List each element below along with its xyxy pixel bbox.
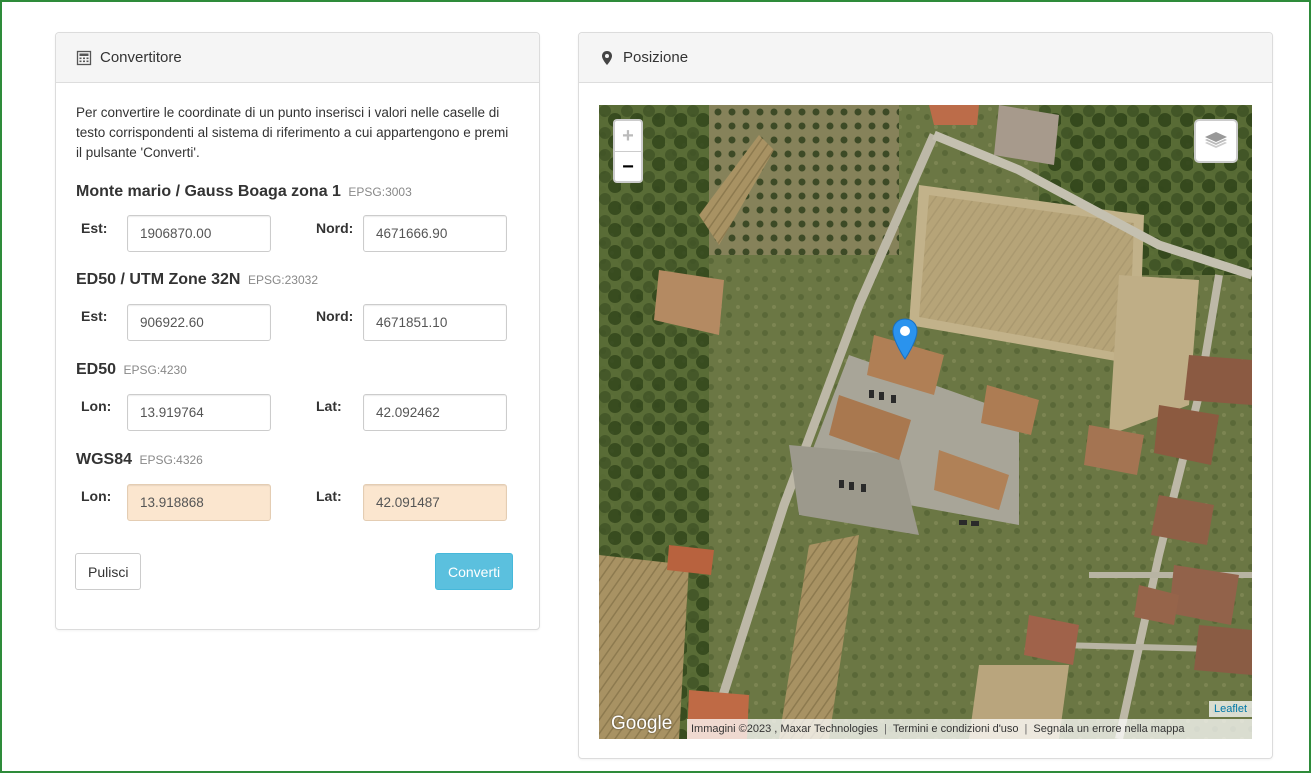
utm-nord-input[interactable] [363,304,507,341]
zoom-control: + − [613,119,643,183]
report-error-link[interactable]: Segnala un errore nella mappa [1033,723,1184,735]
satellite-imagery [599,105,1252,739]
system-epsg: EPSG:4230 [123,363,187,377]
gb-est-input[interactable] [127,215,271,252]
layers-icon [1203,126,1229,157]
map-attribution: Immagini ©2023 , Maxar Technologies | Te… [687,719,1252,739]
terms-link[interactable]: Termini e condizioni d'uso [893,723,1019,735]
converter-description: Per convertire le coordinate di un punto… [76,105,509,160]
converter-panel: Convertitore Per convertire le coordinat… [55,32,540,630]
nord-label: Nord: [316,220,354,236]
nord-label: Nord: [316,308,354,324]
system-name: WGS84 [76,451,133,468]
convert-button[interactable]: Converti [435,553,514,590]
position-panel: Posizione + − Google Leaflet Immagini ©2… [578,32,1273,759]
lon-label: Lon: [81,488,112,504]
calculator-icon [76,50,92,66]
system-name: ED50 / UTM Zone 32N [76,271,241,288]
gb-nord-input[interactable] [363,215,507,252]
system-name: ED50 [76,361,117,378]
est-label: Est: [81,308,108,324]
zoom-in-button[interactable]: + [615,121,641,152]
lat-label: Lat: [316,488,342,504]
wgs84-lon-input[interactable] [127,484,271,521]
converter-title: Convertitore [100,49,182,66]
system-epsg: EPSG:4326 [139,453,203,467]
lat-label: Lat: [316,398,342,414]
utm-est-input[interactable] [127,304,271,341]
imagery-attribution: Immagini ©2023 , Maxar Technologies [691,723,879,735]
system-title-ed50: ED50 EPSG:4230 [76,361,187,379]
map-marker-icon [599,50,615,66]
ed50-lon-input[interactable] [127,394,271,431]
google-logo: Google [611,713,673,734]
system-name: Monte mario / Gauss Boaga zona 1 [76,183,341,200]
wgs84-lat-input[interactable] [363,484,507,521]
satellite-map[interactable]: + − Google Leaflet Immagini ©2023 , Maxa… [599,105,1252,739]
leaflet-link[interactable]: Leaflet [1208,701,1252,717]
system-title-utm32n: ED50 / UTM Zone 32N EPSG:23032 [76,271,318,289]
lon-label: Lon: [81,398,112,414]
ed50-lat-input[interactable] [363,394,507,431]
position-title: Posizione [623,49,689,66]
zoom-out-button[interactable]: − [615,152,641,182]
system-epsg: EPSG:23032 [247,273,318,287]
clear-button[interactable]: Pulisci [75,553,142,590]
position-header: Posizione [579,33,1272,83]
est-label: Est: [81,220,108,236]
system-title-gauss-boaga: Monte mario / Gauss Boaga zona 1 EPSG:30… [76,183,412,201]
location-marker[interactable] [892,318,918,360]
system-epsg: EPSG:3003 [348,185,412,199]
converter-header: Convertitore [56,33,539,83]
system-title-wgs84: WGS84 EPSG:4326 [76,451,203,469]
layers-button[interactable] [1194,119,1238,163]
